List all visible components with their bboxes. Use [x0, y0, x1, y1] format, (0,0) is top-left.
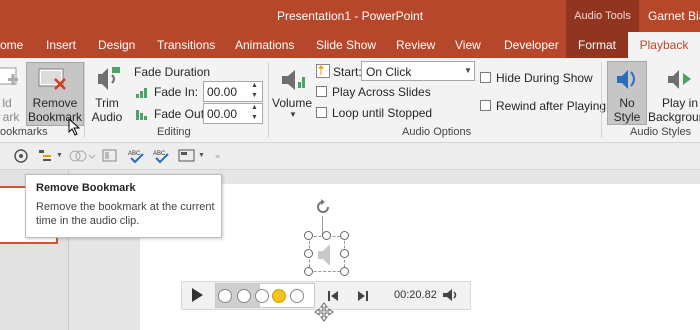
play-in-background-label-1[interactable]: Play in [655, 96, 700, 110]
resize-handle[interactable] [340, 249, 349, 258]
trim-audio-label-1[interactable]: Trim [88, 96, 126, 110]
add-bookmark-label-2[interactable]: ark [0, 110, 22, 124]
bookmark-marker[interactable] [218, 289, 232, 303]
tooltip-title: Remove Bookmark [36, 182, 136, 194]
trim-audio-icon[interactable] [92, 64, 122, 94]
move-handle-icon[interactable] [314, 302, 334, 322]
fade-out-value: 00.00 [207, 107, 238, 121]
rewind-after-playing-checkbox[interactable] [480, 100, 491, 111]
bookmark-marker-active[interactable] [272, 289, 286, 303]
play-across-slides-label[interactable]: Play Across Slides [332, 85, 431, 99]
tab-design[interactable]: Design [98, 32, 135, 58]
remove-bookmark-icon [37, 66, 71, 94]
volume-icon[interactable] [277, 64, 309, 96]
resize-handle[interactable] [304, 267, 313, 276]
rewind-after-playing-label[interactable]: Rewind after Playing [496, 99, 606, 113]
group-separator [601, 62, 602, 138]
chevron-down-icon[interactable]: ▼ [198, 152, 205, 159]
fade-in-value: 00.00 [207, 85, 238, 99]
skip-back-icon[interactable] [326, 289, 340, 303]
start-select-value: On Click [366, 65, 412, 79]
no-style-label-1: No [619, 96, 635, 110]
tab-slide-show[interactable]: Slide Show [316, 32, 376, 58]
tooltip-description: Remove the bookmark at the current time … [36, 201, 215, 227]
audio-options-group-label: Audio Options [402, 126, 472, 138]
playback-time: 00:20.82 [394, 289, 437, 301]
bookmark-marker[interactable] [237, 289, 251, 303]
play-icon[interactable] [190, 287, 204, 303]
fade-in-label: Fade In: [154, 85, 199, 99]
tab-insert[interactable]: Insert [46, 32, 76, 58]
fade-out-spinner-icon[interactable]: ▲ ▼ [251, 103, 258, 123]
tooltip: Remove Bookmark Remove the bookmark at t… [25, 174, 222, 238]
play-across-slides-checkbox[interactable] [316, 86, 327, 97]
bookmark-marker[interactable] [255, 289, 269, 303]
tab-animations[interactable]: Animations [235, 32, 294, 58]
player-volume-icon[interactable] [442, 288, 460, 302]
tab-home[interactable]: ome [0, 32, 23, 58]
mouse-cursor-icon [68, 117, 82, 136]
audio-styles-group-label: Audio Styles [630, 126, 692, 138]
resize-handle[interactable] [304, 249, 313, 258]
chevron-down-icon[interactable]: ▼ [56, 152, 63, 159]
audio-tools-header: Audio Tools [566, 0, 639, 32]
editing-group-label: Editing [157, 126, 191, 138]
spelling-check-icon[interactable]: ABC [153, 148, 171, 164]
start-label: Start: [333, 65, 362, 79]
tab-format[interactable]: Format [566, 32, 628, 58]
tab-developer[interactable]: Developer [504, 32, 559, 58]
chevron-down-icon[interactable]: ▼ [464, 66, 472, 75]
group-separator [84, 62, 85, 138]
svg-text:ABC: ABC [153, 151, 166, 157]
spelling-icon[interactable]: ABC [128, 148, 146, 164]
hide-during-show-label[interactable]: Hide During Show [496, 71, 593, 85]
outline-icon[interactable] [38, 149, 54, 163]
add-bookmark-label-1[interactable]: ld [0, 96, 14, 110]
volume-label[interactable]: Volume [272, 96, 312, 110]
no-style-icon [613, 64, 641, 94]
tab-transitions[interactable]: Transitions [157, 32, 215, 58]
svg-text:ABC: ABC [128, 151, 141, 157]
fade-out-icon [136, 108, 150, 120]
hide-during-show-checkbox[interactable] [480, 72, 491, 83]
bookmarks-group-label: ookmarks [0, 126, 48, 138]
layout-icon[interactable] [102, 149, 118, 163]
resize-handle[interactable] [340, 231, 349, 240]
resize-handle[interactable] [340, 267, 349, 276]
play-in-background-icon[interactable] [664, 64, 694, 94]
start-icon [316, 64, 330, 78]
play-in-background-label-2[interactable]: Backgroun [648, 110, 700, 124]
resize-handle[interactable] [322, 231, 331, 240]
fade-duration-title: Fade Duration [134, 65, 211, 79]
fade-out-label: Fade Out: [154, 107, 208, 121]
add-bookmark-icon[interactable] [0, 64, 22, 94]
view-icon[interactable] [178, 149, 196, 163]
skip-forward-icon[interactable] [356, 289, 370, 303]
slideshow-icon[interactable] [14, 149, 30, 163]
trim-audio-label-2[interactable]: Audio [88, 110, 126, 124]
tab-review[interactable]: Review [396, 32, 435, 58]
loop-until-stopped-checkbox[interactable] [316, 107, 327, 118]
resize-handle[interactable] [304, 231, 313, 240]
volume-dropdown-icon[interactable]: ▼ [289, 110, 297, 119]
loop-until-stopped-label[interactable]: Loop until Stopped [332, 106, 432, 120]
shapes-icon[interactable] [68, 149, 96, 163]
rotate-handle-icon[interactable] [314, 198, 332, 216]
bookmark-marker[interactable] [290, 289, 304, 303]
fade-in-icon [136, 86, 150, 98]
customize-toolbar-icon[interactable]: ₌ [215, 150, 220, 161]
tab-playback[interactable]: Playback [628, 32, 700, 58]
fade-in-spinner-icon[interactable]: ▲ ▼ [251, 81, 258, 101]
remove-bookmark-label-1: Remove [32, 96, 78, 110]
user-name[interactable]: Garnet Bian [648, 0, 700, 32]
speaker-icon [310, 240, 342, 270]
group-separator [268, 62, 269, 138]
no-style-label-2: Style [613, 110, 641, 124]
tab-view[interactable]: View [455, 32, 481, 58]
